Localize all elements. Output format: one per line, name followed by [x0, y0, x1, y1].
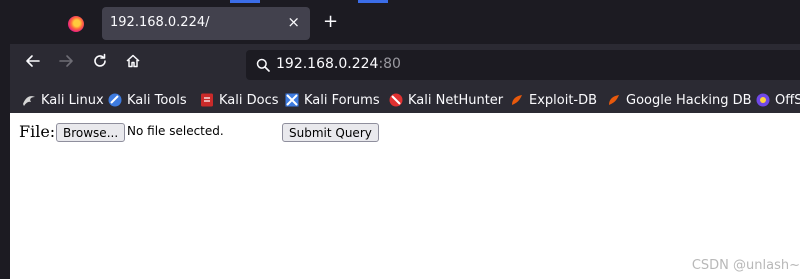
tab-title: 192.168.0.224/ — [110, 15, 210, 30]
forward-icon[interactable] — [55, 53, 77, 75]
reload-icon[interactable] — [89, 53, 111, 75]
offsec-icon — [756, 93, 770, 107]
file-status: No file selected. — [127, 124, 224, 138]
bookmark-kali-linux[interactable]: Kali Linux — [22, 90, 104, 110]
bookmark-label: Google Hacking DB — [626, 92, 752, 108]
file-label: File: — [19, 122, 56, 141]
bookmark-kali-nethunter[interactable]: Kali NetHunter — [389, 90, 503, 110]
bookmark-label: OffS — [775, 92, 800, 108]
browse-button[interactable]: Browse... — [56, 123, 126, 142]
watermark: CSDN @unlash~ — [691, 258, 800, 273]
bookmark-label: Exploit-DB — [529, 92, 598, 108]
bookmark-google-hacking-db[interactable]: Google Hacking DB — [607, 90, 752, 110]
exploit-db-icon — [512, 95, 522, 105]
url-host: 192.168.0.224 — [276, 56, 379, 72]
window-edge — [0, 0, 10, 279]
bookmarks-toolbar: Kali Linux Kali Tools Kali Docs Kali For… — [10, 86, 800, 113]
submit-query-button[interactable]: Submit Query — [282, 123, 379, 142]
bookmark-label: Kali Forums — [304, 92, 380, 108]
url-bar[interactable]: 192.168.0.224:80 — [246, 50, 800, 80]
bookmark-offsec[interactable]: OffS — [756, 90, 800, 110]
bookmark-kali-tools[interactable]: Kali Tools — [108, 90, 187, 110]
back-icon[interactable] — [22, 53, 44, 75]
page-content: File: Browse... No file selected. Submit… — [10, 113, 800, 279]
bookmark-kali-forums[interactable]: Kali Forums — [285, 90, 380, 110]
bookmark-label: Kali NetHunter — [408, 92, 504, 108]
bookmark-label: Kali Linux — [41, 92, 104, 108]
bookmark-label: Kali Tools — [127, 92, 187, 108]
url-port: :80 — [378, 56, 401, 72]
kali-dragon-icon — [23, 96, 35, 106]
bookmark-kali-docs[interactable]: Kali Docs — [200, 90, 279, 110]
firefox-icon[interactable] — [68, 16, 84, 32]
home-icon[interactable] — [122, 53, 144, 75]
navigation-bar: 192.168.0.224:80 — [10, 44, 800, 86]
bookmark-exploit-db[interactable]: Exploit-DB — [510, 90, 597, 110]
kali-forums-icon — [285, 93, 299, 107]
tab-bar: 192.168.0.224/ × + — [10, 0, 800, 44]
ghdb-icon — [609, 95, 619, 105]
tab-active[interactable]: 192.168.0.224/ × — [102, 7, 310, 40]
tab-close-icon[interactable]: × — [287, 13, 300, 31]
kali-nethunter-icon — [389, 93, 403, 107]
search-icon — [256, 58, 270, 72]
kali-tools-icon — [108, 93, 122, 107]
bookmark-label: Kali Docs — [219, 92, 279, 108]
kali-docs-icon — [201, 93, 213, 107]
new-tab-button[interactable]: + — [323, 13, 338, 31]
tab-indicator — [358, 0, 388, 3]
tab-indicator — [230, 0, 260, 3]
url-text: 192.168.0.224:80 — [276, 56, 401, 72]
